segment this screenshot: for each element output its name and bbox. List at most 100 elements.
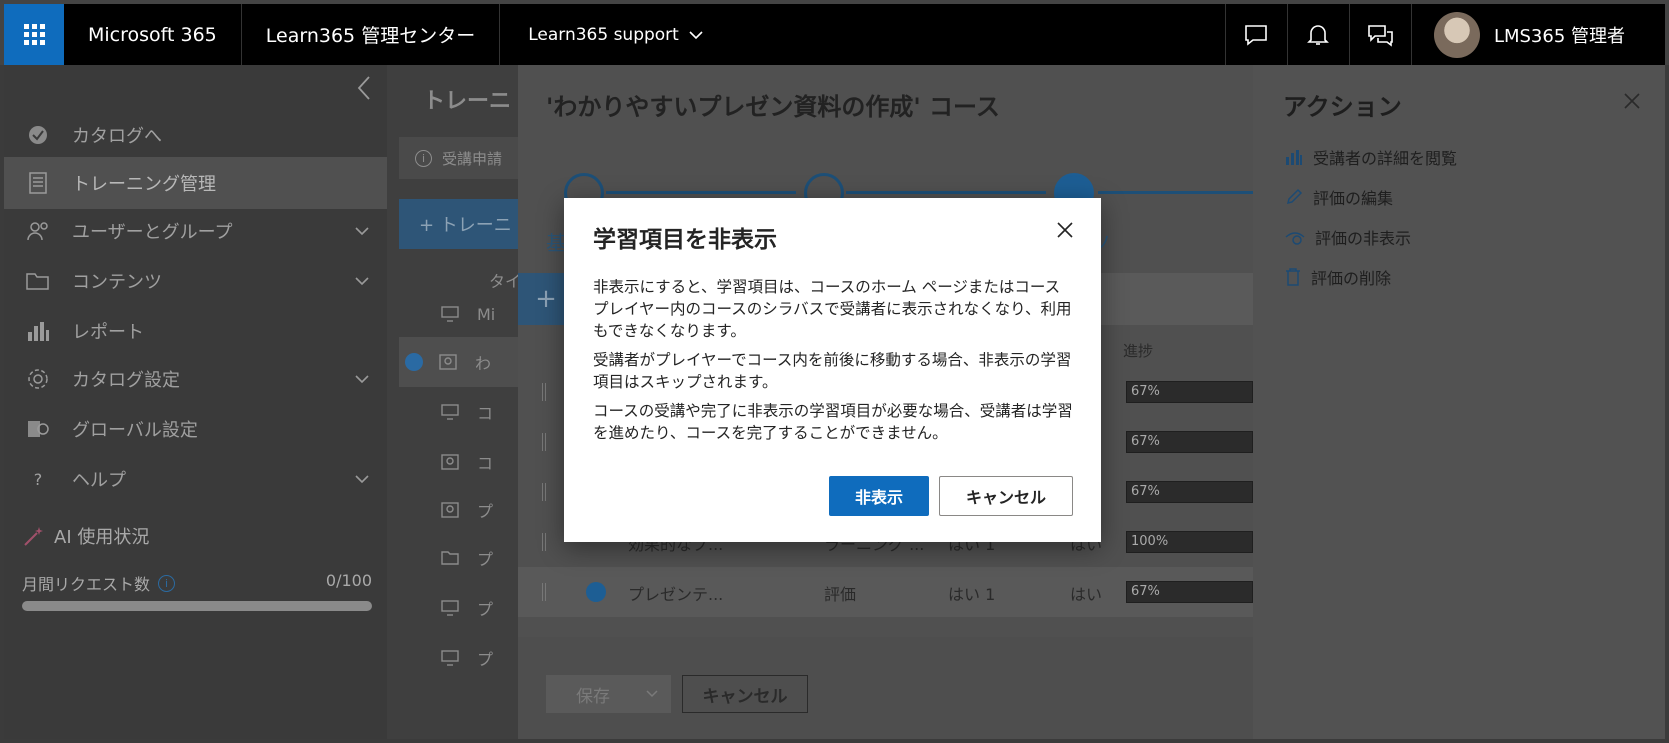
check-circle-icon [29,126,47,144]
course-title: 'わかりやすいプレゼン資料の作成' コース [546,93,1000,121]
progress-column-header: 進捗 [1123,342,1154,360]
info-icon[interactable]: i [158,574,176,592]
dialog-title: 学習項目を非表示 [593,227,777,253]
nav-item-training-management[interactable]: トレーニング管理 [4,157,387,209]
tenant-name: Learn365 support [528,24,679,45]
list-item-name: わ [475,354,492,373]
collapse-nav-button[interactable] [357,75,371,108]
account-manager[interactable]: LMS365 管理者 [1410,4,1665,65]
save-label: 保存 [576,686,610,707]
ai-usage-section: AI 使用状況 [22,523,149,549]
wizard-connector [846,191,1046,194]
action-delete-assessment[interactable]: 評価の削除 [1285,265,1391,289]
nav-item-label: ユーザーとグループ [72,222,233,243]
cell-required: はい [1070,585,1103,604]
nav-item-label: カタログへ [72,126,162,147]
nav-item-contents[interactable]: コンテンツ [4,255,387,307]
trash-icon [1286,268,1300,286]
monthly-requests-progress [22,601,372,611]
drag-handle-icon[interactable] [542,583,546,601]
chevron-down-icon [646,690,658,698]
course-cancel-button[interactable]: キャンセル [682,675,808,713]
action-hide-assessment[interactable]: 評価の非表示 [1285,225,1411,249]
list-item-name: プ [477,550,494,569]
pencil-icon [1286,188,1303,205]
nav-item-label: カタログ設定 [72,370,180,391]
info-icon: i [415,149,432,167]
help-icon: ? [33,469,43,489]
table-row-selected[interactable]: プレゼンテ... 評価 はい 1 はい 67% [518,567,1253,617]
action-label: 評価の編集 [1313,189,1394,208]
monthly-requests-value: 0/100 [325,571,372,590]
list-item-name: プ [477,650,494,669]
action-view-learner-details[interactable]: 受講者の詳細を閲覧 [1285,145,1457,169]
nav-item-users-groups[interactable]: ユーザーとグループ [4,205,387,257]
nav-item-catalog[interactable]: カタログへ [4,109,387,161]
wizard-connector [606,191,796,194]
folder-icon [441,551,459,565]
nav-item-catalog-settings[interactable]: カタログ設定 [4,353,387,405]
chevron-left-icon [357,76,370,100]
tenant-selector[interactable]: Learn365 support [500,25,731,45]
nav-item-label: グローバル設定 [72,420,198,441]
nav-item-reports[interactable]: レポート [4,305,387,357]
global-settings-icon [28,421,49,437]
drag-handle-icon[interactable] [542,483,546,501]
cell-name: プレゼンテ... [628,585,724,604]
hide-icon [1285,232,1305,245]
close-icon [1624,93,1640,109]
action-label: 評価の削除 [1311,269,1392,288]
conversation-icon [1368,24,1394,47]
chat-icon [1245,24,1268,46]
nav-item-label: コンテンツ [72,272,162,293]
folder-icon [26,273,49,290]
cell-type: 評価 [824,585,857,604]
document-icon [29,172,47,194]
classroom-icon [441,454,459,470]
page-title: トレーニ [423,89,512,114]
list-item-name: コ [477,454,494,473]
wizard-step-1-label: 基 [546,231,566,255]
cancel-button[interactable]: キャンセル [939,476,1073,516]
left-navigation: カタログへ トレーニング管理 ユーザーとグループ コンテンツ レポート カタログ… [4,65,387,739]
actions-title: アクション [1283,93,1402,121]
progress-bar: 67% [1126,481,1253,503]
progress-bar: 67% [1126,581,1253,603]
nav-item-label: レポート [72,322,144,343]
action-label: 評価の非表示 [1315,229,1412,248]
save-button[interactable]: 保存 [546,675,671,713]
notifications-button[interactable] [1286,4,1349,65]
list-item-name: Mi [477,304,496,324]
monthly-requests-row: 月間リクエスト数 i 0/100 [22,571,372,595]
confirm-hide-button[interactable]: 非表示 [829,476,929,516]
dialog-close-button[interactable] [1055,220,1075,240]
chevron-down-icon [355,277,369,286]
nav-item-global-settings[interactable]: グローバル設定 [4,403,387,455]
nav-item-label: トレーニング管理 [72,174,216,195]
monitor-icon [441,306,459,322]
monitor-icon [441,600,459,616]
admin-center-name[interactable]: Learn365 管理センター [242,4,501,65]
app-launcher-button[interactable] [4,4,64,65]
info-text: 受講申請 [442,149,503,168]
check-icon[interactable] [586,582,606,602]
support-chat-button[interactable] [1348,4,1411,65]
drag-handle-icon[interactable] [542,533,546,551]
drag-handle-icon[interactable] [542,383,546,401]
close-actions-button[interactable] [1623,91,1641,116]
app-name[interactable]: Microsoft 365 [64,4,242,65]
action-edit-assessment[interactable]: 評価の編集 [1285,185,1393,209]
people-icon [27,222,48,241]
user-name: LMS365 管理者 [1493,25,1625,47]
chevron-down-icon [689,30,703,39]
nav-item-help[interactable]: ? ヘルプ [4,453,387,505]
chevron-down-icon [355,227,369,236]
close-icon [1057,222,1073,238]
feedback-button[interactable] [1224,4,1287,65]
action-label: 受講者の詳細を閲覧 [1313,149,1458,168]
ai-usage-title: AI 使用状況 [54,527,150,548]
nav-item-label: ヘルプ [72,470,126,491]
drag-handle-icon[interactable] [542,433,546,451]
progress-bar: 67% [1126,431,1253,453]
chevron-down-icon [355,475,369,484]
